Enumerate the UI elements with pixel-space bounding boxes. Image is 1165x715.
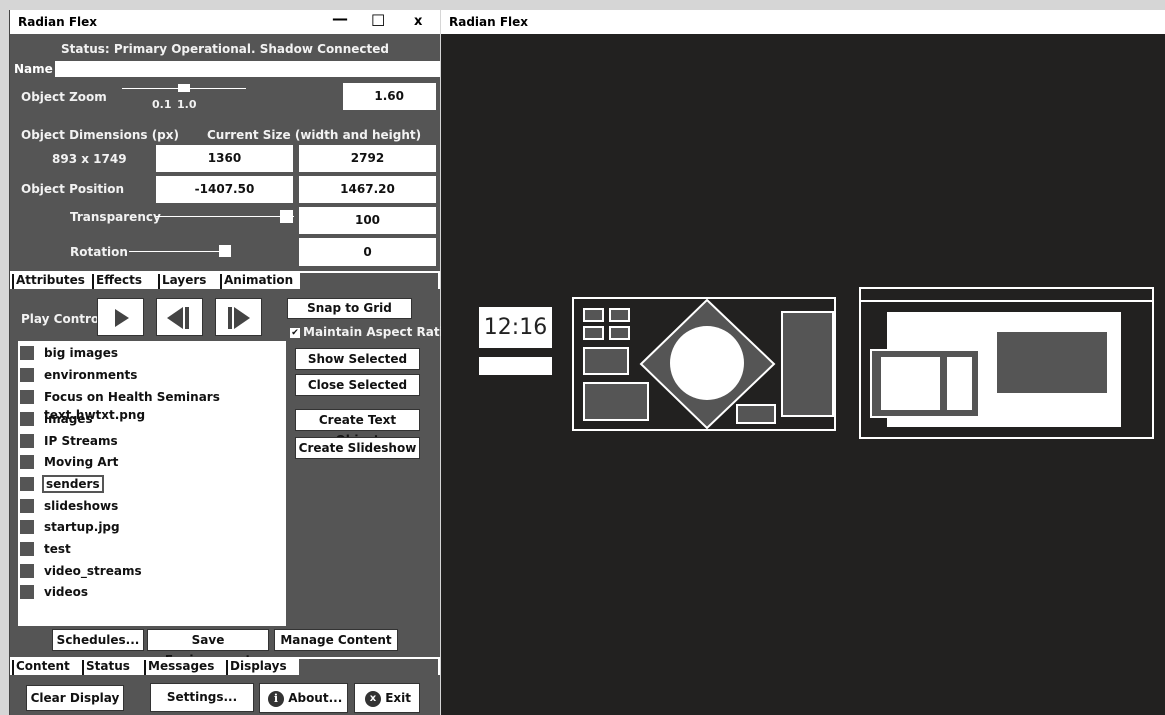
clock-caption-box[interactable] (479, 357, 552, 375)
tab-displays-label: Displays (230, 659, 287, 673)
control-window: Radian Flex — ☐ x Status: Primary Operat… (9, 9, 452, 715)
list-item[interactable]: startup.jpg (20, 518, 284, 536)
zoom-max-label: 1.0 (177, 98, 197, 111)
exit-label: Exit (385, 691, 411, 705)
tab-animation-label: Animation (224, 273, 294, 287)
play-icon (115, 309, 129, 327)
transparency-label: Transparency (70, 210, 161, 224)
list-item[interactable]: test (20, 540, 284, 558)
about-button[interactable]: i About... (259, 683, 348, 713)
info-icon: i (268, 690, 284, 707)
position-y-input[interactable]: 1467.20 (299, 176, 436, 203)
create-text-object-button[interactable]: Create Text Object (295, 409, 420, 447)
window-title: Radian Flex (18, 15, 98, 29)
exit-button[interactable]: x Exit (354, 683, 420, 713)
content-tab-bar: Content Status Messages Displays (10, 657, 440, 675)
rotation-label: Rotation (70, 245, 128, 259)
transparency-value-input[interactable]: 100 (299, 207, 436, 234)
play-control-label: Play Control (21, 312, 104, 326)
create-slideshow-button[interactable]: Create Slideshow (295, 437, 420, 459)
tab-bar-filler (299, 659, 438, 675)
display-window-titlebar[interactable]: Radian Flex (441, 10, 1165, 34)
show-selected-button[interactable]: Show Selected (295, 348, 420, 370)
clear-display-button[interactable]: Clear Display (26, 685, 124, 711)
tab-displays[interactable]: Displays (226, 657, 298, 675)
exit-icon: x (365, 690, 381, 707)
list-item[interactable]: Moving Art (20, 453, 284, 471)
snap-to-grid-button-label: Snap to Grid (287, 298, 412, 319)
maximize-icon[interactable]: ☐ (371, 11, 385, 30)
tab-bar-filler (300, 273, 438, 289)
step-back-icon (167, 307, 189, 329)
list-item[interactable]: big images (20, 344, 284, 362)
list-item[interactable]: environments (20, 366, 284, 384)
tab-animation[interactable]: Animation (220, 271, 300, 289)
previous-button[interactable] (156, 298, 203, 336)
display-window-title: Radian Flex (449, 15, 529, 29)
height-input[interactable]: 2792 (299, 145, 436, 172)
attributes-tab-bar: Attributes Effects Layers Animation (10, 271, 440, 289)
step-forward-icon (228, 307, 250, 329)
width-input[interactable]: 1360 (156, 145, 293, 172)
original-dimensions: 893 x 1749 (52, 152, 127, 166)
object-zoom-label: Object Zoom (21, 90, 107, 104)
name-label: Name (10, 61, 55, 77)
tab-effects[interactable]: Effects (92, 271, 154, 289)
rotation-slider-thumb[interactable] (219, 245, 231, 257)
rotation-value-input[interactable]: 0 (299, 238, 436, 266)
play-button[interactable] (97, 298, 144, 336)
display-window: Radian Flex 12:16 (441, 10, 1165, 715)
list-item[interactable]: Focus on Health Seminars text.hwtxt.png (20, 388, 284, 422)
zoom-value-input[interactable]: 1.60 (343, 83, 436, 110)
list-item[interactable]: videos (20, 583, 284, 601)
tab-messages-label: Messages (148, 659, 215, 673)
layout-object[interactable] (572, 297, 836, 431)
name-field[interactable]: Name (10, 61, 440, 77)
zoom-slider-thumb[interactable] (178, 84, 190, 92)
clock-widget[interactable]: 12:16 (479, 307, 552, 348)
list-item[interactable]: video_streams (20, 562, 284, 580)
tab-content-label: Content (16, 659, 70, 673)
zoom-min-label: 0.1 (152, 98, 172, 111)
tab-attributes-label: Attributes (16, 273, 85, 287)
maintain-aspect-checkbox[interactable]: ✔ (290, 328, 300, 338)
tab-attributes[interactable]: Attributes (12, 271, 90, 289)
tab-layers[interactable]: Layers (158, 271, 218, 289)
object-dimensions-label: Object Dimensions (px) (21, 128, 179, 142)
list-item[interactable]: IP Streams (20, 432, 284, 450)
about-label: About... (288, 691, 343, 705)
current-size-label: Current Size (width and height) (207, 128, 422, 142)
close-icon[interactable]: x (414, 14, 422, 29)
next-button[interactable] (215, 298, 262, 336)
position-x-input[interactable]: -1407.50 (156, 176, 293, 203)
tab-status-label: Status (86, 659, 130, 673)
tab-layers-label: Layers (162, 273, 207, 287)
list-item[interactable]: slideshows (20, 497, 284, 515)
tab-content[interactable]: Content (12, 657, 78, 675)
save-environment-button[interactable]: Save Environment (147, 629, 269, 667)
tab-status[interactable]: Status (82, 657, 142, 675)
minimize-icon[interactable]: — (332, 9, 348, 28)
rotation-slider-track[interactable] (129, 251, 229, 252)
manage-content-button[interactable]: Manage Content (274, 629, 398, 651)
tab-messages[interactable]: Messages (144, 657, 226, 675)
layout-object[interactable] (859, 287, 1154, 439)
close-selected-button[interactable]: Close Selected (295, 374, 420, 396)
transparency-slider-track[interactable] (156, 216, 294, 217)
transparency-slider-thumb[interactable] (280, 210, 293, 223)
maintain-aspect-label: Maintain Aspect Ratio (303, 325, 452, 339)
list-item-selected[interactable]: senders (20, 475, 284, 493)
list-item[interactable]: images (20, 410, 284, 428)
tab-effects-label: Effects (96, 273, 143, 287)
status-text: Status: Primary Operational. Shadow Conn… (61, 42, 389, 56)
settings-button[interactable]: Settings... (150, 683, 254, 712)
layers-list[interactable]: big images environments Focus on Health … (18, 341, 286, 626)
object-position-label: Object Position (21, 182, 125, 196)
schedules-button[interactable]: Schedules... (52, 629, 144, 651)
